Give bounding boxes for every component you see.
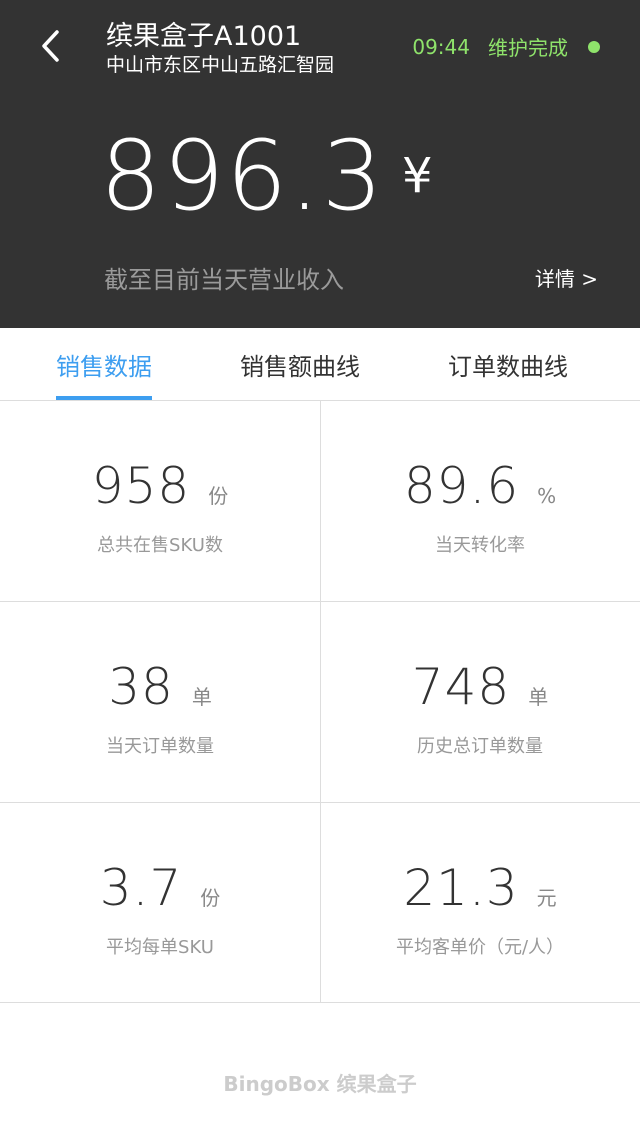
stat-label: 平均每单SKU [106,937,214,958]
store-name: 缤果盒子A1001 [106,21,302,52]
stat-unit: 份 [208,484,229,508]
tab-sales-curve[interactable]: 销售额曲线 [196,328,404,400]
stat-unit: 元 [536,886,557,910]
stat-avg-sku-per-order: 3.7 份 平均每单SKU [0,803,320,1003]
stat-history-orders: 748 单 历史总订单数量 [320,602,640,802]
stat-total-sku: 958 份 总共在售SKU数 [0,401,320,601]
stat-value: 748 [411,658,511,716]
stat-unit: 单 [528,685,549,709]
stat-label: 当天订单数量 [106,736,214,757]
store-header: 缤果盒子A1001 中山市东区中山五路汇智园 09:44 维护完成 896.3 … [0,0,640,328]
status-dot-icon [588,40,600,53]
bingobox-logo: BingoBox 缤果盒子 [223,1072,417,1096]
revenue-subtitle: 截至目前当天营业收入 [104,266,344,294]
stat-value: 958 [91,457,191,515]
chevron-left-icon [42,30,59,62]
stat-unit: % [537,484,557,508]
status-time: 09:44 [412,34,470,59]
currency-symbol: ¥ [402,148,433,204]
tab-orders-curve[interactable]: 订单数曲线 [404,328,612,400]
tab-bar: 销售数据 销售额曲线 订单数曲线 [0,328,640,401]
active-tab-indicator [56,396,152,400]
status-indicator: 09:44 维护完成 [412,32,600,61]
stat-value: 3.7 [99,859,183,917]
store-address: 中山市东区中山五路汇智园 [106,54,335,76]
stat-value: 21.3 [403,859,519,917]
stats-grid: 958 份 总共在售SKU数 89.6% 当天转化率 38 单 当天订单数量 748… [0,401,640,1003]
stat-value: 89.6 [403,457,520,515]
tab-sales-data[interactable]: 销售数据 [0,328,208,400]
stat-value: 38 [108,658,174,716]
stat-unit: 份 [200,886,221,910]
status-text: 维护完成 [488,36,568,60]
stat-unit: 单 [191,685,212,709]
stat-conversion-rate: 89.6% 当天转化率 [320,401,640,601]
stat-label: 平均客单价（元/人） [395,937,565,958]
stat-label: 总共在售SKU数 [97,535,223,556]
stat-label: 历史总订单数量 [417,736,543,757]
revenue-amount: 896.3 [100,120,385,232]
stat-avg-order-value: 21.3 元 平均客单价（元/人） [320,803,640,1003]
stat-label: 当天转化率 [435,535,525,556]
stat-today-orders: 38 单 当天订单数量 [0,602,320,802]
details-link[interactable]: 详情 > [535,263,598,292]
back-button[interactable] [28,24,72,68]
